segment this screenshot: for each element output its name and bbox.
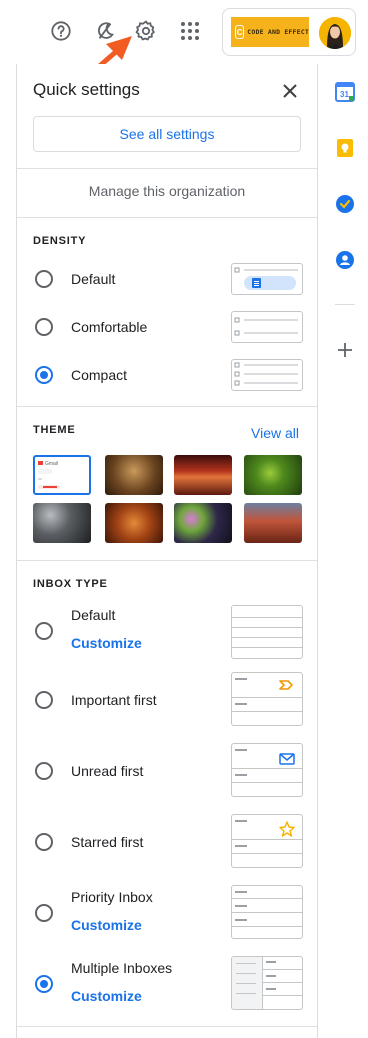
theme-default-label: Gmail: [45, 461, 58, 467]
theme-heading: THEME: [33, 424, 76, 436]
theme-leaf[interactable]: [244, 455, 302, 495]
theme-autumn[interactable]: [105, 503, 163, 543]
panel-title: Quick settings: [33, 80, 140, 99]
inbox-radio-starred-first[interactable]: [35, 833, 53, 851]
density-radio-default[interactable]: [35, 270, 53, 288]
inbox-label: Priority Inbox: [71, 889, 153, 905]
divider: [17, 560, 317, 561]
inbox-label: Important first: [71, 692, 157, 708]
density-radio-comfortable[interactable]: [35, 318, 53, 336]
manage-organization-link[interactable]: Manage this organization: [17, 183, 317, 199]
density-heading: DENSITY: [33, 235, 87, 247]
density-label: Comfortable: [71, 319, 148, 335]
inbox-label: Multiple Inboxes: [71, 960, 173, 976]
inbox-radio-priority-inbox[interactable]: [35, 904, 53, 922]
inbox-radio-default[interactable]: [35, 622, 53, 640]
inbox-type-heading: INBOX TYPE: [33, 578, 108, 590]
theme-desert[interactable]: [244, 503, 302, 543]
close-icon[interactable]: [279, 80, 301, 102]
tasks-icon[interactable]: [335, 194, 355, 214]
density-compact-thumbnail: [231, 359, 303, 391]
divider: [17, 217, 317, 218]
inbox-priority-thumbnail: [231, 885, 303, 939]
density-label: Default: [71, 271, 116, 287]
theme-chess[interactable]: [105, 455, 163, 495]
inbox-radio-unread-first[interactable]: [35, 762, 53, 780]
theme-canyon[interactable]: [174, 455, 232, 495]
inbox-multiple-thumbnail: [231, 956, 303, 1010]
customize-link[interactable]: Customize: [71, 635, 142, 651]
calendar-icon[interactable]: 31: [335, 82, 355, 102]
divider: [17, 168, 317, 169]
see-all-settings-button[interactable]: See all settings: [33, 116, 301, 152]
density-comfortable-thumbnail: [231, 311, 303, 343]
density-default-thumbnail: [231, 263, 303, 295]
customize-link[interactable]: Customize: [71, 917, 142, 933]
divider: [17, 1026, 317, 1027]
theme-bubbles[interactable]: [33, 503, 91, 543]
inbox-label: Starred first: [71, 834, 144, 850]
quick-settings-panel: Quick settings See all settings Manage t…: [16, 64, 318, 1038]
calendar-day: 31: [340, 90, 349, 99]
keep-icon[interactable]: [335, 138, 355, 158]
inbox-unread-thumbnail: [231, 743, 303, 797]
inbox-label: Unread first: [71, 763, 144, 779]
theme-default[interactable]: Gmail: [33, 455, 91, 495]
add-addon-icon[interactable]: [335, 340, 355, 360]
inbox-default-thumbnail: [231, 605, 303, 659]
inbox-starred-thumbnail: [231, 814, 303, 868]
rail-divider: [335, 304, 355, 305]
inbox-label: Default: [71, 607, 116, 623]
inbox-important-thumbnail: [231, 672, 303, 726]
contacts-icon[interactable]: [335, 250, 355, 270]
view-all-themes-link[interactable]: View all: [251, 425, 299, 441]
density-radio-compact[interactable]: [35, 366, 53, 384]
inbox-radio-important-first[interactable]: [35, 691, 53, 709]
side-panel-rail: 31: [318, 64, 368, 1038]
density-label: Compact: [71, 367, 128, 383]
customize-link[interactable]: Customize: [71, 988, 142, 1004]
inbox-radio-multiple-inboxes[interactable]: [35, 975, 53, 993]
theme-bokeh[interactable]: [174, 503, 232, 543]
divider: [17, 406, 317, 407]
